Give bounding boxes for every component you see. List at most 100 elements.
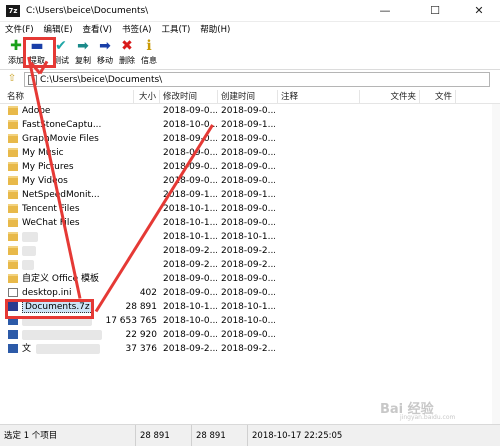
item-modified: 2018-10-1... <box>163 232 217 242</box>
item-name: Adobe <box>22 106 51 116</box>
item-size: 22 920 <box>125 330 158 340</box>
menu-view[interactable]: 查看(V) <box>78 23 117 35</box>
column-modified[interactable]: 修改时间 <box>160 90 218 104</box>
item-created: 2018-09-0... <box>221 330 275 340</box>
list-item[interactable]: desktop.ini 402 2018-09-0... 2018-09-0..… <box>0 286 500 300</box>
item-created: 2018-09-0... <box>221 134 275 144</box>
item-name: FastStoneCaptu... <box>22 120 102 130</box>
path-field[interactable]: C:\Users\beice\Documents\ <box>24 72 490 87</box>
folder-icon <box>8 148 18 157</box>
list-item[interactable]: Tencent Files 2018-10-1... 2018-09-0... <box>0 202 500 216</box>
baidu-watermark-url: jingyan.baidu.com <box>400 414 456 421</box>
toolbar: ✚ 添加 ▬ 提取 ✔ 测试 ➡ 复制 ➡ 移动 ✖ 删除 ℹ 信息 <box>0 36 500 70</box>
blurred-name <box>36 344 100 354</box>
maximize-button[interactable]: ☐ <box>412 0 458 22</box>
item-size <box>112 160 157 174</box>
item-size: 37 376 <box>125 344 158 354</box>
status-bar: 选定 1 个项目 28 891 28 891 2018-10-17 22:25:… <box>0 424 500 446</box>
info-label: 信息 <box>141 56 157 65</box>
list-item[interactable]: WeChat Files 2018-10-1... 2018-09-0... <box>0 216 500 230</box>
menu-tools[interactable]: 工具(T) <box>156 23 195 35</box>
column-comment[interactable]: 注释 <box>278 90 360 104</box>
info-icon: ℹ <box>146 38 152 54</box>
status-packed-size: 28 891 <box>192 425 248 446</box>
list-item[interactable]: 2018-10-1... 2018-10-1... <box>0 230 500 244</box>
item-created: 2018-09-0... <box>221 162 275 172</box>
item-size <box>112 188 157 202</box>
item-created: 2018-09-0... <box>221 204 275 214</box>
copy-button[interactable]: ➡ 复制 <box>73 38 93 68</box>
item-created: 2018-09-2... <box>221 260 275 270</box>
blurred-name <box>22 232 38 242</box>
item-modified: 2018-10-0... <box>163 316 217 326</box>
item-modified: 2018-09-2... <box>163 260 217 270</box>
status-datetime: 2018-10-17 22:25:05 <box>252 431 343 441</box>
blurred-name <box>22 246 36 256</box>
vertical-scrollbar[interactable] <box>492 104 500 424</box>
item-name: WeChat Files <box>22 218 80 228</box>
file-list: Adobe 2018-09-0... 2018-09-0... FastSton… <box>0 104 500 424</box>
item-size: 17 653 765 <box>105 316 157 326</box>
item-modified: 2018-09-2... <box>163 246 217 256</box>
item-created: 2018-09-2... <box>221 246 275 256</box>
list-item[interactable]: GraphMovie Files 2018-09-0... 2018-09-0.… <box>0 132 500 146</box>
list-item[interactable]: My Videos 2018-09-0... 2018-09-0... <box>0 174 500 188</box>
blurred-name <box>22 260 34 270</box>
item-size <box>112 132 157 146</box>
move-arrow-icon: ➡ <box>99 38 111 54</box>
menu-bar: 文件(F) 编辑(E) 查看(V) 书签(A) 工具(T) 帮助(H) <box>0 22 500 36</box>
item-size: 402 <box>139 288 157 298</box>
item-name: GraphMovie Files <box>22 134 99 144</box>
file-icon <box>8 288 18 297</box>
item-created: 2018-09-2... <box>221 344 275 354</box>
column-size[interactable]: 大小 <box>134 90 160 104</box>
column-files[interactable]: 文件 <box>420 90 456 104</box>
item-created: 2018-09-0... <box>221 288 275 298</box>
folder-icon <box>8 260 18 269</box>
item-name: 文 <box>22 344 32 354</box>
folder-up-icon[interactable]: ⇧ <box>6 73 18 85</box>
title-bar: 7z C:\Users\beice\Documents\ — ☐ ✕ <box>0 0 500 22</box>
list-item[interactable]: 22 920 2018-09-0... 2018-09-0... <box>0 328 500 342</box>
item-modified: 2018-09-0... <box>163 134 217 144</box>
list-item[interactable]: Adobe 2018-09-0... 2018-09-0... <box>0 104 500 118</box>
close-button[interactable]: ✕ <box>456 0 500 22</box>
menu-bookmarks[interactable]: 书签(A) <box>117 23 156 35</box>
item-modified: 2018-10-1... <box>163 204 217 214</box>
file-highlight-box <box>5 299 94 319</box>
item-created: 2018-09-1... <box>221 190 275 200</box>
folder-icon <box>8 106 18 115</box>
column-folders[interactable]: 文件夹 <box>360 90 420 104</box>
info-button[interactable]: ℹ 信息 <box>139 38 159 68</box>
folder-icon <box>8 232 18 241</box>
item-name: My Pictures <box>22 162 74 172</box>
list-item[interactable]: NetSpeedMonit... 2018-09-1... 2018-09-1.… <box>0 188 500 202</box>
folder-icon <box>8 162 18 171</box>
item-created: 2018-09-0... <box>221 106 275 116</box>
item-size <box>112 174 157 188</box>
item-created: 2018-09-1... <box>221 120 275 130</box>
list-item[interactable]: 文 37 376 2018-09-2... 2018-09-2... <box>0 342 500 356</box>
delete-button[interactable]: ✖ 删除 <box>117 38 137 68</box>
item-size <box>112 118 157 132</box>
item-name: NetSpeedMonit... <box>22 190 100 200</box>
item-modified: 2018-09-0... <box>163 106 217 116</box>
item-modified: 2018-09-2... <box>163 344 217 354</box>
list-item[interactable]: My Pictures 2018-09-0... 2018-09-0... <box>0 160 500 174</box>
item-created: 2018-10-1... <box>221 232 275 242</box>
item-modified: 2018-09-0... <box>163 176 217 186</box>
menu-help[interactable]: 帮助(H) <box>195 23 235 35</box>
column-header: 名称 大小 修改时间 创建时间 注释 文件夹 文件 <box>0 90 500 104</box>
item-modified: 2018-10-1... <box>163 302 217 312</box>
minimize-button[interactable]: — <box>362 0 408 22</box>
column-name[interactable]: 名称 <box>4 90 134 104</box>
column-created[interactable]: 创建时间 <box>218 90 278 104</box>
item-size: 28 891 <box>125 302 158 312</box>
move-button[interactable]: ➡ 移动 <box>95 38 115 68</box>
menu-edit[interactable]: 编辑(E) <box>39 23 78 35</box>
item-created: 2018-10-0... <box>221 316 275 326</box>
list-item[interactable]: FastStoneCaptu... 2018-10-0... 2018-09-1… <box>0 118 500 132</box>
list-item[interactable]: 2018-09-2... 2018-09-2... <box>0 244 500 258</box>
list-item[interactable]: My Music 2018-09-0... 2018-09-0... <box>0 146 500 160</box>
menu-file[interactable]: 文件(F) <box>0 23 39 35</box>
